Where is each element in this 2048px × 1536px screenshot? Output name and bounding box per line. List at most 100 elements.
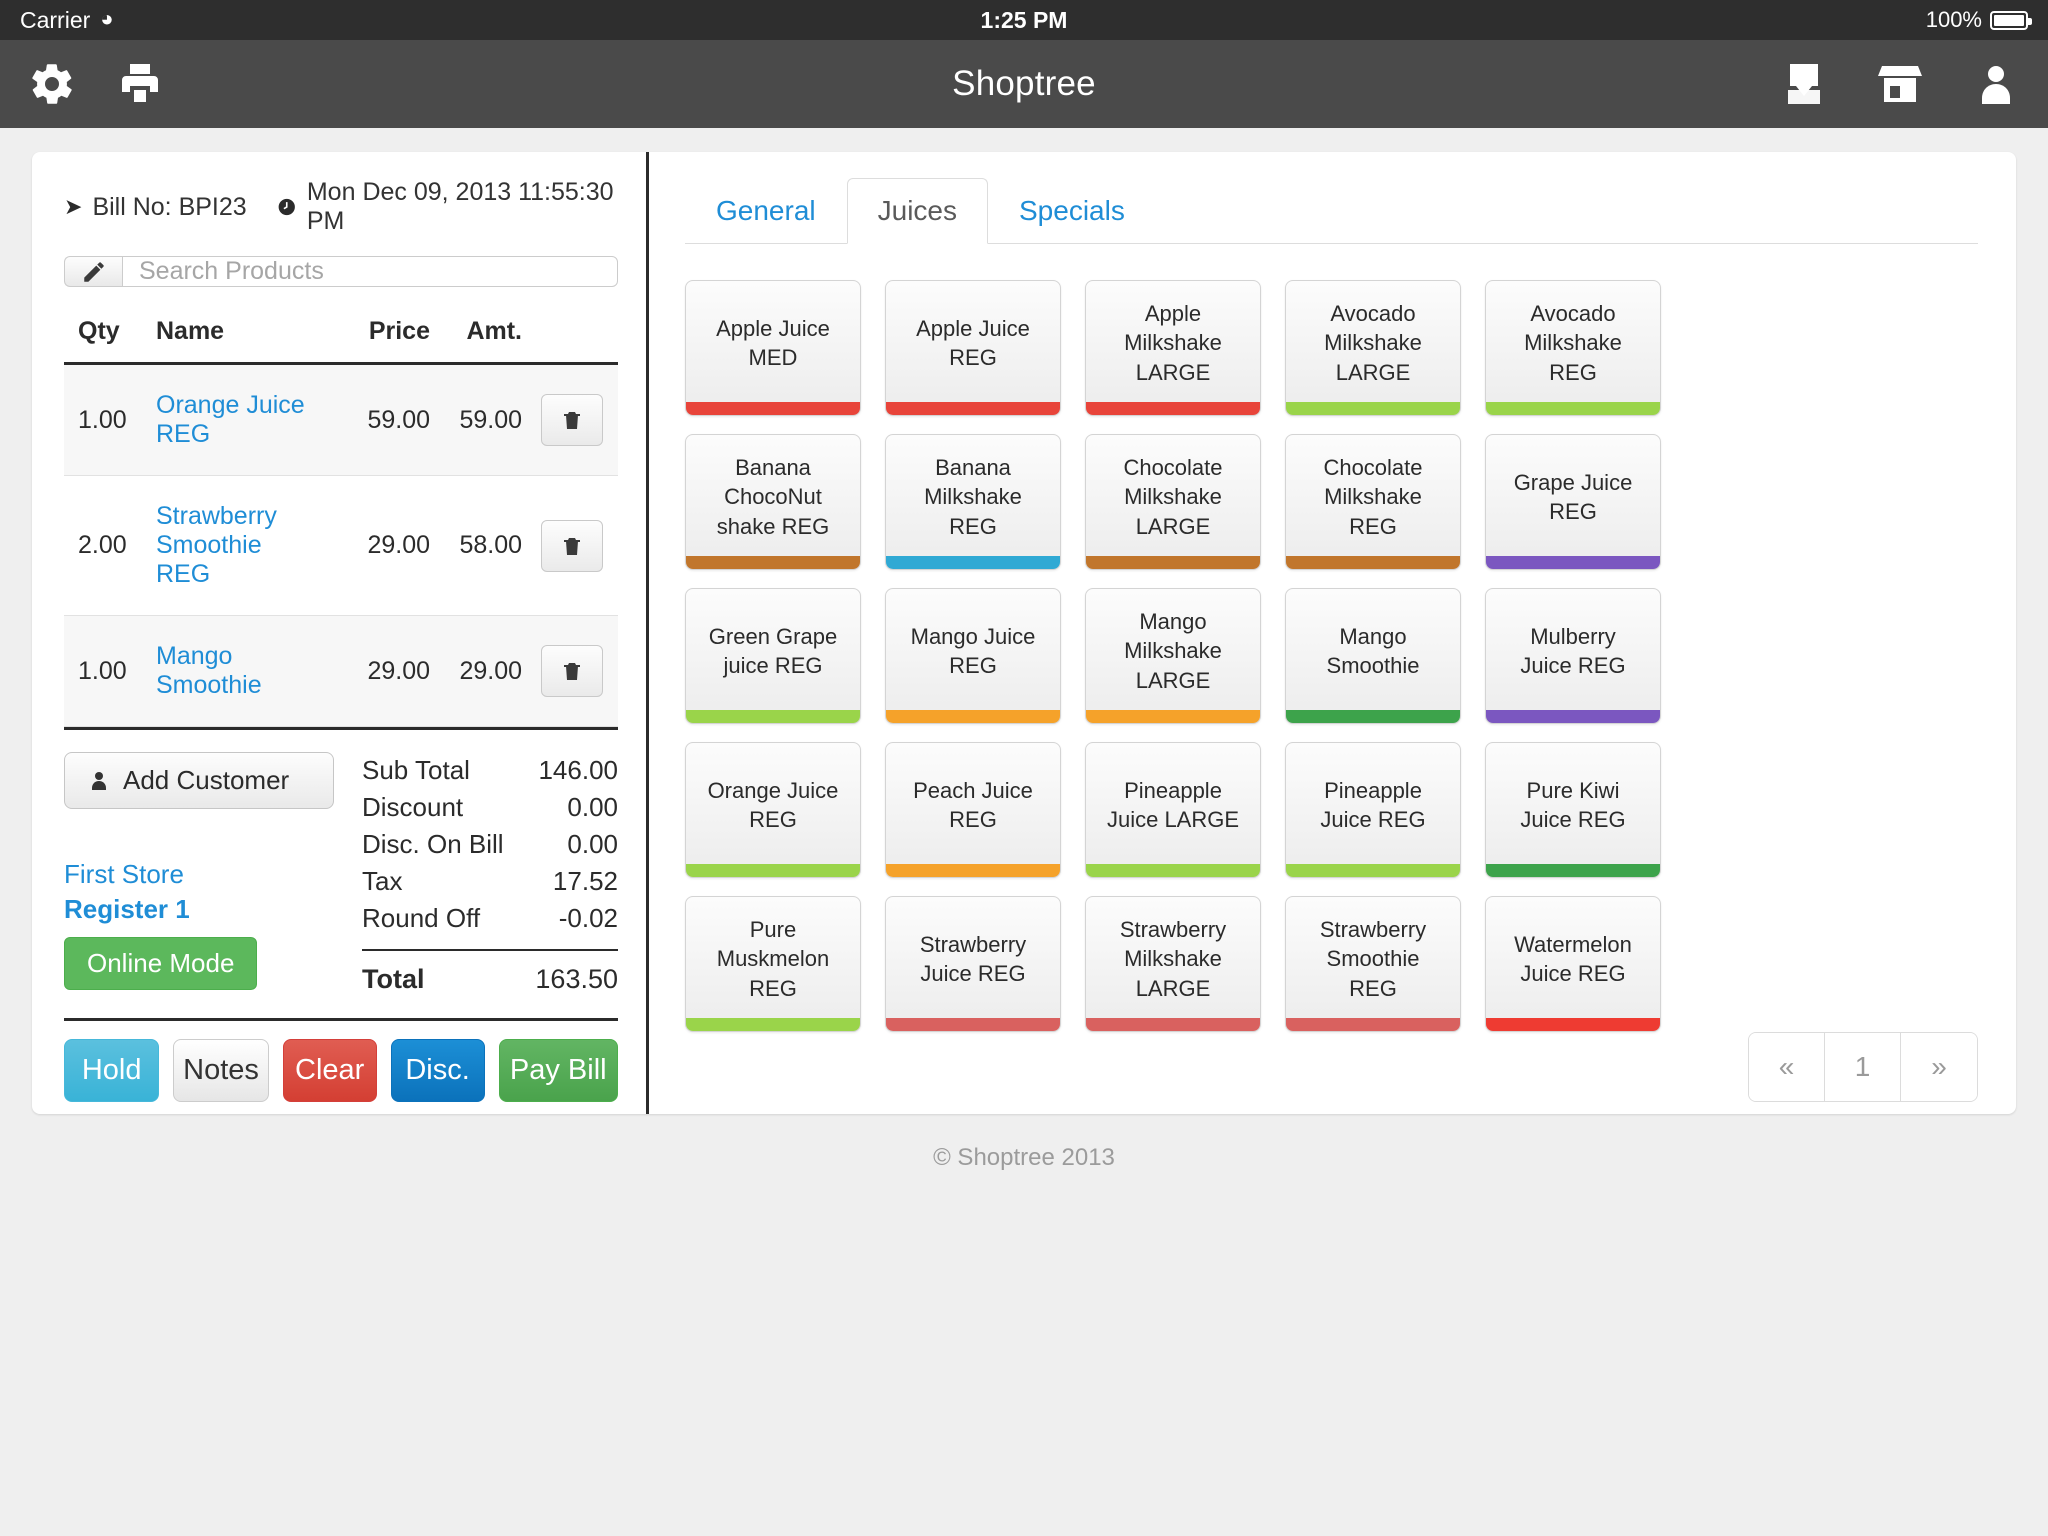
clear-button[interactable]: Clear xyxy=(282,1039,377,1102)
cell-amount: 58.00 xyxy=(430,475,526,616)
product-tile[interactable]: Watermelon Juice REG xyxy=(1485,896,1661,1032)
total-row: Tax 17.52 xyxy=(362,863,618,900)
bill-items-head: Qty Name Price Amt. xyxy=(64,309,618,365)
pagination: « 1 » xyxy=(685,1032,1978,1102)
grand-total-row: Total 163.50 xyxy=(362,961,618,998)
product-label: Orange Juice REG xyxy=(707,777,839,832)
chevron-right-icon: ➤ xyxy=(64,194,83,219)
tab-general[interactable]: General xyxy=(685,178,847,244)
product-tile[interactable]: Banana ChocoNut shake REG xyxy=(685,434,861,570)
product-label: Avocado Milkshake LARGE xyxy=(1324,301,1422,385)
user-icon xyxy=(1982,66,2010,104)
inbox-button[interactable] xyxy=(1780,60,1828,108)
cell-price: 29.00 xyxy=(312,615,430,727)
total-label: Discount xyxy=(362,792,464,822)
product-link[interactable]: Orange Juice REG xyxy=(156,391,305,448)
bill-items-table: Qty Name Price Amt. 1.00 Orange Juice REG… xyxy=(64,309,618,727)
product-tile[interactable]: Green Grape juice REG xyxy=(685,588,861,724)
product-link[interactable]: Strawberry Smoothie REG xyxy=(156,502,277,588)
page-title: Shoptree xyxy=(952,64,1096,103)
store-name-label[interactable]: First Store xyxy=(64,859,334,890)
discount-button[interactable]: Disc. xyxy=(390,1039,485,1102)
product-tile[interactable]: Peach Juice REG xyxy=(885,742,1061,878)
cell-name[interactable]: Mango Smoothie xyxy=(156,615,312,727)
user-account-button[interactable] xyxy=(1972,60,2020,108)
totals-lines: Sub Total 146.00 Discount 0.00 Disc. On Bill… xyxy=(362,752,618,937)
product-tile[interactable]: Grape Juice REG xyxy=(1485,434,1661,570)
app-navbar: Shoptree xyxy=(0,40,2048,128)
delete-item-button[interactable] xyxy=(541,394,603,446)
product-tile[interactable]: Strawberry Juice REG xyxy=(885,896,1061,1032)
pay-bill-button[interactable]: Pay Bill xyxy=(498,1039,618,1102)
product-tile[interactable]: Mango Smoothie xyxy=(1285,588,1461,724)
product-tile[interactable]: Strawberry Smoothie REG xyxy=(1285,896,1461,1032)
product-color-bar xyxy=(1286,402,1460,415)
product-label: Mango Smoothie xyxy=(1326,623,1420,678)
product-tile[interactable]: Banana Milkshake REG xyxy=(885,434,1061,570)
print-button[interactable] xyxy=(116,60,164,108)
product-label: Strawberry Milkshake LARGE xyxy=(1119,917,1227,1001)
cell-price: 29.00 xyxy=(312,475,430,616)
online-mode-badge[interactable]: Online Mode xyxy=(64,937,258,990)
column-header-qty: Qty xyxy=(64,309,156,365)
cell-name[interactable]: Orange Juice REG xyxy=(156,363,312,476)
bill-panel: ➤ Bill No: BPI23 Mon Dec 09, 2013 11:55:… xyxy=(32,152,649,1114)
tab-juices[interactable]: Juices xyxy=(846,178,988,244)
store-button[interactable] xyxy=(1876,60,1924,108)
product-color-bar xyxy=(1086,864,1260,877)
delete-item-button[interactable] xyxy=(541,645,603,697)
product-tile[interactable]: Mango Juice REG xyxy=(885,588,1061,724)
product-tile[interactable]: Orange Juice REG xyxy=(685,742,861,878)
product-label: Apple Milkshake LARGE xyxy=(1124,301,1222,385)
product-tile[interactable]: Apple Juice MED xyxy=(685,280,861,416)
notes-button[interactable]: Notes xyxy=(173,1039,269,1102)
delete-item-button[interactable] xyxy=(541,519,603,572)
settings-button[interactable] xyxy=(28,60,76,108)
table-row[interactable]: 1.00 Orange Juice REG 59.00 59.00 xyxy=(64,363,618,476)
column-header-amount: Amt. xyxy=(430,309,526,365)
column-header-name: Name xyxy=(156,309,312,365)
pagination-current-page[interactable]: 1 xyxy=(1825,1033,1901,1101)
product-color-bar xyxy=(686,402,860,415)
product-tile[interactable]: Apple Milkshake LARGE xyxy=(1085,280,1261,416)
footer-copyright: © Shoptree 2013 xyxy=(933,1144,1115,1171)
product-color-bar xyxy=(1486,864,1660,877)
bill-summary-left: Add Customer First Store Register 1 Onli… xyxy=(64,752,334,998)
product-tile[interactable]: Chocolate Milkshake REG xyxy=(1285,434,1461,570)
product-color-bar xyxy=(1086,1018,1260,1031)
product-label: Pure Muskmelon REG xyxy=(716,917,830,1001)
product-tile[interactable]: Mulberry Juice REG xyxy=(1485,588,1661,724)
table-row[interactable]: 2.00 Strawberry Smoothie REG 29.00 58.00 xyxy=(64,475,618,616)
product-tile[interactable]: Strawberry Milkshake LARGE xyxy=(1085,896,1261,1032)
product-tile[interactable]: Avocado Milkshake LARGE xyxy=(1285,280,1461,416)
total-value: 17.52 xyxy=(552,866,618,896)
pagination-prev-button[interactable]: « xyxy=(1749,1033,1825,1101)
bill-number-group[interactable]: ➤ Bill No: BPI23 xyxy=(64,193,277,222)
product-tile[interactable]: Mango Milkshake LARGE xyxy=(1085,588,1261,724)
wifi-icon: ◕ xyxy=(100,6,114,31)
product-tile[interactable]: Avocado Milkshake REG xyxy=(1485,280,1661,416)
tab-specials[interactable]: Specials xyxy=(988,178,1156,244)
pagination-next-button[interactable]: » xyxy=(1901,1033,1977,1101)
product-tile[interactable]: Pure Kiwi Juice REG xyxy=(1485,742,1661,878)
manual-entry-button[interactable] xyxy=(64,256,122,287)
product-tile[interactable]: Chocolate Milkshake LARGE xyxy=(1085,434,1261,570)
cell-name[interactable]: Strawberry Smoothie REG xyxy=(156,475,312,616)
register-name-label[interactable]: Register 1 xyxy=(64,894,334,925)
hold-button[interactable]: Hold xyxy=(64,1039,160,1102)
total-row: Round Off -0.02 xyxy=(362,900,618,937)
product-color-bar xyxy=(1286,1018,1460,1031)
product-color-bar xyxy=(1086,556,1260,569)
search-input[interactable] xyxy=(122,256,618,287)
add-customer-label: Add Customer xyxy=(123,765,290,795)
table-row[interactable]: 1.00 Mango Smoothie 29.00 29.00 xyxy=(64,615,618,727)
product-tile[interactable]: Pineapple Juice LARGE xyxy=(1085,742,1261,878)
product-tile[interactable]: Apple Juice REG xyxy=(885,280,1061,416)
product-tile[interactable]: Pineapple Juice REG xyxy=(1285,742,1461,878)
cell-qty: 1.00 xyxy=(64,615,156,727)
product-tile[interactable]: Pure Muskmelon REG xyxy=(685,896,861,1032)
product-label: Chocolate Milkshake REG xyxy=(1323,455,1423,539)
product-link[interactable]: Mango Smoothie xyxy=(156,642,262,699)
product-color-bar xyxy=(1286,556,1460,569)
add-customer-button[interactable]: Add Customer xyxy=(64,752,334,809)
